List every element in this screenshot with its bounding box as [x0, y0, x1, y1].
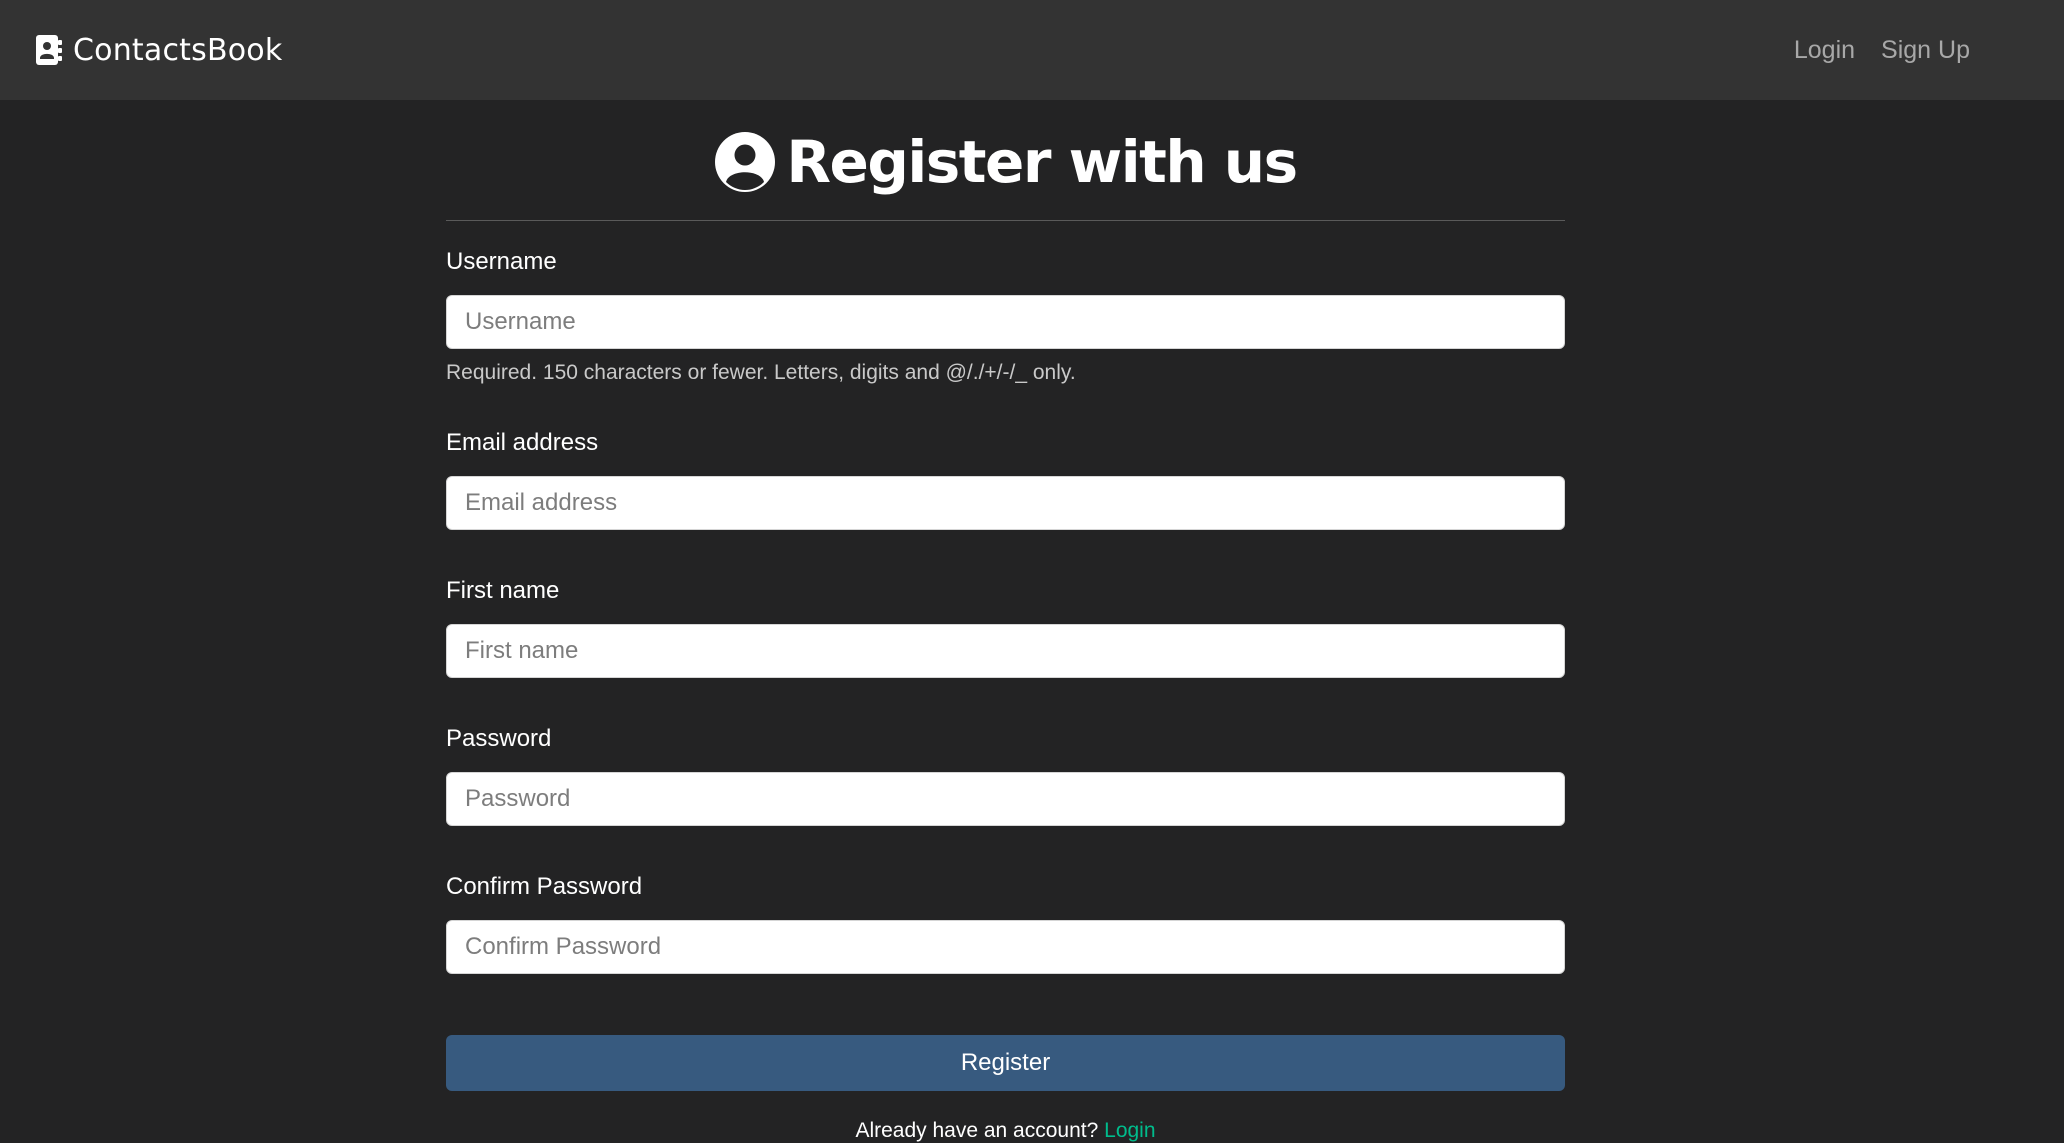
- page-title: Register with us: [786, 128, 1298, 196]
- username-input[interactable]: [446, 295, 1565, 349]
- confirm-password-input[interactable]: [446, 920, 1565, 974]
- password-label: Password: [446, 725, 552, 752]
- username-help-text: Required. 150 characters or fewer. Lette…: [446, 361, 1076, 384]
- first-name-label: First name: [446, 577, 560, 604]
- login-prompt-text: Already have an account?: [855, 1119, 1099, 1142]
- nav-signup-link[interactable]: Sign Up: [1881, 36, 1970, 65]
- confirm-password-label: Confirm Password: [446, 873, 643, 900]
- brand-link[interactable]: ContactsBook: [34, 33, 282, 68]
- email-input[interactable]: [446, 476, 1565, 530]
- register-button[interactable]: Register: [446, 1035, 1565, 1091]
- nav-login-link[interactable]: Login: [1794, 36, 1855, 65]
- first-name-group: First name: [446, 576, 1565, 678]
- email-group: Email address: [446, 428, 1565, 530]
- login-prompt: Already have an account? Login: [446, 1119, 1565, 1143]
- user-circle-icon: [714, 131, 776, 193]
- page-heading: Register with us: [446, 100, 1565, 221]
- register-panel: Register with us Username Required. 150 …: [446, 100, 1565, 1143]
- confirm-password-group: Confirm Password: [446, 872, 1565, 974]
- first-name-input[interactable]: [446, 624, 1565, 678]
- login-link[interactable]: Login: [1104, 1119, 1155, 1142]
- password-input[interactable]: [446, 772, 1565, 826]
- email-label: Email address: [446, 429, 599, 456]
- nav-links: Login Sign Up: [1794, 36, 1970, 65]
- username-label: Username: [446, 248, 557, 275]
- navbar: ContactsBook Login Sign Up: [0, 0, 2064, 100]
- register-form: Username Required. 150 characters or few…: [446, 221, 1565, 1143]
- brand-name: ContactsBook: [73, 32, 283, 68]
- password-group: Password: [446, 724, 1565, 826]
- username-group: Username Required. 150 characters or few…: [446, 247, 1565, 386]
- address-book-icon: [34, 34, 64, 66]
